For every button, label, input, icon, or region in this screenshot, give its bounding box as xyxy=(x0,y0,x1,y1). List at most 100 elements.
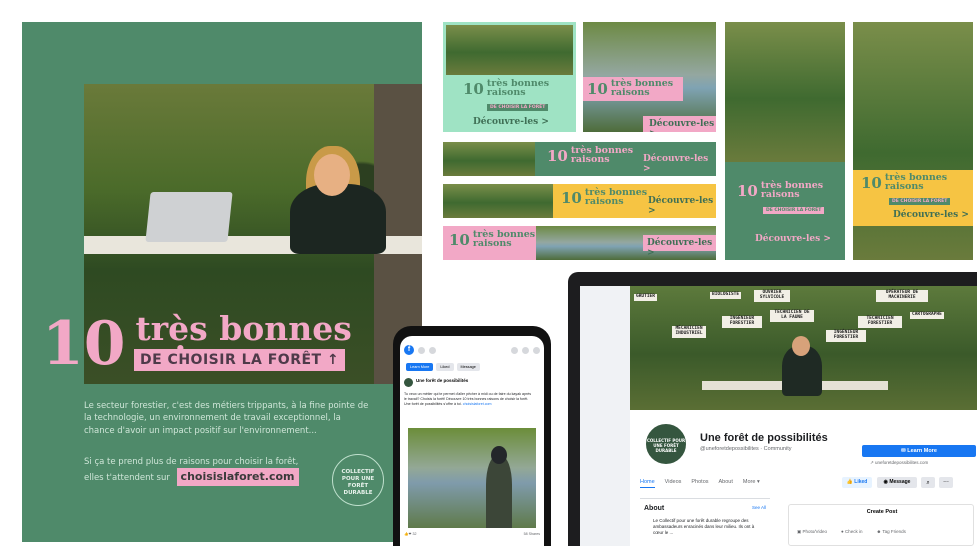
job-sign: OPÉRATEUR DE MACHINERIE xyxy=(876,290,928,302)
tab-photos[interactable]: Photos xyxy=(691,479,708,488)
job-sign: CARTOGRAPHE xyxy=(910,312,944,319)
page-avatar[interactable]: COLLECTIF POUR UNE FORÊT DURABLE xyxy=(644,422,688,466)
logo-line-2: raisons xyxy=(884,181,924,192)
facebook-icon[interactable]: f xyxy=(404,345,414,355)
banner-mint: 10 très bonnes raisons DE CHOISIR LA FORÊ… xyxy=(443,22,576,132)
page-name: Une forêt de possibilités xyxy=(700,432,828,444)
logo-number: 10 xyxy=(42,309,126,379)
post-footer: 👍❤ 32 58 Shares xyxy=(404,532,540,536)
job-sign: BIOLOGISTE xyxy=(710,292,742,299)
post-avatar[interactable] xyxy=(404,378,413,387)
tag-friends-option[interactable]: ☻ Tag Friends xyxy=(876,529,905,535)
banner-green-tall: 10 très bonnes raisons DE CHOISIR LA FORÊ… xyxy=(725,22,845,260)
reactions-count[interactable]: 👍❤ 32 xyxy=(404,532,416,536)
banner-cta[interactable]: Découvre-les > xyxy=(649,119,716,132)
logo-line-2: raisons xyxy=(584,196,624,207)
job-sign: INGÉNIEUR FORESTIER xyxy=(826,330,866,342)
see-all-link[interactable]: See All xyxy=(752,505,766,510)
phone-header: f xyxy=(400,342,544,358)
tab-home[interactable]: Home xyxy=(640,479,655,488)
liked-button[interactable]: 👍 Liked xyxy=(842,477,872,488)
facebook-page-screen: BIOLOGISTE OUVRIER SYLVICOLE OPÉRATEUR D… xyxy=(580,286,977,546)
job-sign: GRUTIER xyxy=(634,294,657,301)
banner-cta[interactable]: Découvre-les > xyxy=(473,117,549,127)
poster-tagline-text: DE CHOISIR LA FORÊT xyxy=(140,352,322,368)
fisher-head xyxy=(491,446,507,464)
notification-icon[interactable] xyxy=(533,346,540,354)
logo-line-2: raisons xyxy=(610,87,650,98)
check-in-option[interactable]: ● Check in xyxy=(841,529,862,535)
post-photo[interactable] xyxy=(408,428,536,528)
liked-button[interactable]: Liked xyxy=(436,363,454,371)
website-link[interactable]: ↗ uneforetdepossibilites.com xyxy=(870,460,928,466)
tab-videos[interactable]: Videos xyxy=(665,479,682,488)
profile-icon[interactable] xyxy=(511,346,518,354)
banner-pink-river: 10 très bonnesraisons Découvre-les > xyxy=(583,22,716,132)
job-sign: OUVRIER SYLVICOLE xyxy=(754,290,790,302)
banner-logo: 10 très bonnes raisons xyxy=(587,79,673,98)
logo-number: 10 xyxy=(861,174,882,192)
menu-icon[interactable] xyxy=(429,346,436,354)
banner-logo: 10 très bonnes raisons xyxy=(449,230,535,249)
laptop-icon xyxy=(145,192,233,242)
create-post-card: Create Post ▣ Photo/Video ● Check in ☻ T… xyxy=(788,504,974,546)
banner-cta[interactable]: Découvre-les > xyxy=(647,238,716,258)
banner-cta[interactable]: Découvre-les > xyxy=(648,196,716,216)
poster-url[interactable]: choisislaforet.com xyxy=(176,468,299,487)
banner-tag: DE CHOISIR LA FORÊT xyxy=(487,104,549,111)
photo-video-option[interactable]: ▣ Photo/Video xyxy=(797,529,827,535)
banner-photo xyxy=(446,25,573,75)
logo-words: très bonnes raisons xyxy=(486,79,549,98)
cover-face xyxy=(792,336,810,356)
person-head xyxy=(314,154,350,196)
search-icon[interactable]: ⌕ xyxy=(921,477,935,488)
more-icon[interactable]: ··· xyxy=(939,477,953,488)
banner-cta[interactable]: Découvre-les > xyxy=(893,210,969,220)
fisher-body xyxy=(486,456,512,528)
logo-words: très bonnes raisons xyxy=(761,181,823,199)
post-page-name[interactable]: Une forêt de possibilités xyxy=(416,378,468,383)
about-title: About xyxy=(644,505,665,512)
banner-cta[interactable]: Découvre-les > xyxy=(755,234,831,244)
website-text: uneforetdepossibilites.com xyxy=(875,460,929,465)
banner-cta[interactable]: Découvre-les > xyxy=(643,154,716,174)
poster: 10 très bonnes raisons DE CHOISIR LA FOR… xyxy=(22,22,422,542)
logo-number: 10 xyxy=(737,182,758,200)
poster-tagline: DE CHOISIR LA FORÊT ↑ xyxy=(134,349,346,371)
photo-video-label: Photo/Video xyxy=(802,529,827,534)
job-sign: INGÉNIEUR FORESTIER xyxy=(722,316,762,328)
logo-words: très bonnes raisons xyxy=(610,79,673,98)
message-button[interactable]: ◉ Message xyxy=(877,477,917,488)
logo-line-2: raisons xyxy=(486,87,526,98)
poster-outro: Si ça te prend plus de raisons pour choi… xyxy=(84,456,304,487)
messenger-icon: ◉ xyxy=(883,479,888,485)
create-post-button[interactable]: Create Post xyxy=(789,509,975,515)
leaderboard-yellow: 10 très bonnes raisons Découvre-les > xyxy=(443,184,716,218)
messenger-icon[interactable] xyxy=(522,346,529,354)
create-post-options: ▣ Photo/Video ● Check in ☻ Tag Friends xyxy=(797,529,906,535)
logo-words: très bonnes raisons xyxy=(584,188,647,207)
banner-logo: 10 très bonnes raisons xyxy=(861,173,947,192)
tab-about[interactable]: About xyxy=(719,479,733,488)
phone-mockup: f Learn More Liked Message Une forêt de … xyxy=(393,326,551,546)
post-link[interactable]: choisislaforet.com xyxy=(463,402,492,406)
message-button[interactable]: Message xyxy=(456,363,480,371)
message-label: Message xyxy=(889,479,911,485)
banner-yellow-tall: 10 très bonnes raisons DE CHOISIR LA FORÊ… xyxy=(853,22,973,260)
banner-tag: DE CHOISIR LA FORÊT xyxy=(889,198,951,205)
tag-friends-label: Tag Friends xyxy=(882,529,906,534)
shares-count[interactable]: 58 Shares xyxy=(524,532,540,536)
banner-photo xyxy=(725,22,845,162)
search-icon[interactable] xyxy=(418,346,425,354)
facebook-cover: BIOLOGISTE OUVRIER SYLVICOLE OPÉRATEUR D… xyxy=(630,286,977,410)
tab-more[interactable]: More ▾ xyxy=(743,479,760,488)
leaderboard-pink: 10 très bonnes raisons Découvre-les > xyxy=(443,226,716,260)
logo-words: très bonnes raisons xyxy=(571,146,633,164)
logo-words: très bonnes raisons xyxy=(473,230,535,248)
liked-label: Liked xyxy=(854,479,868,485)
banner-logo: 10 très bonnes raisons xyxy=(561,188,647,207)
phone-page-actions: Learn More Liked Message xyxy=(406,363,480,371)
learn-more-button[interactable]: Learn More xyxy=(406,363,434,371)
banner-logo: 10 très bonnes raisons xyxy=(463,79,549,98)
learn-more-button[interactable]: ✉ Learn More xyxy=(862,445,976,457)
